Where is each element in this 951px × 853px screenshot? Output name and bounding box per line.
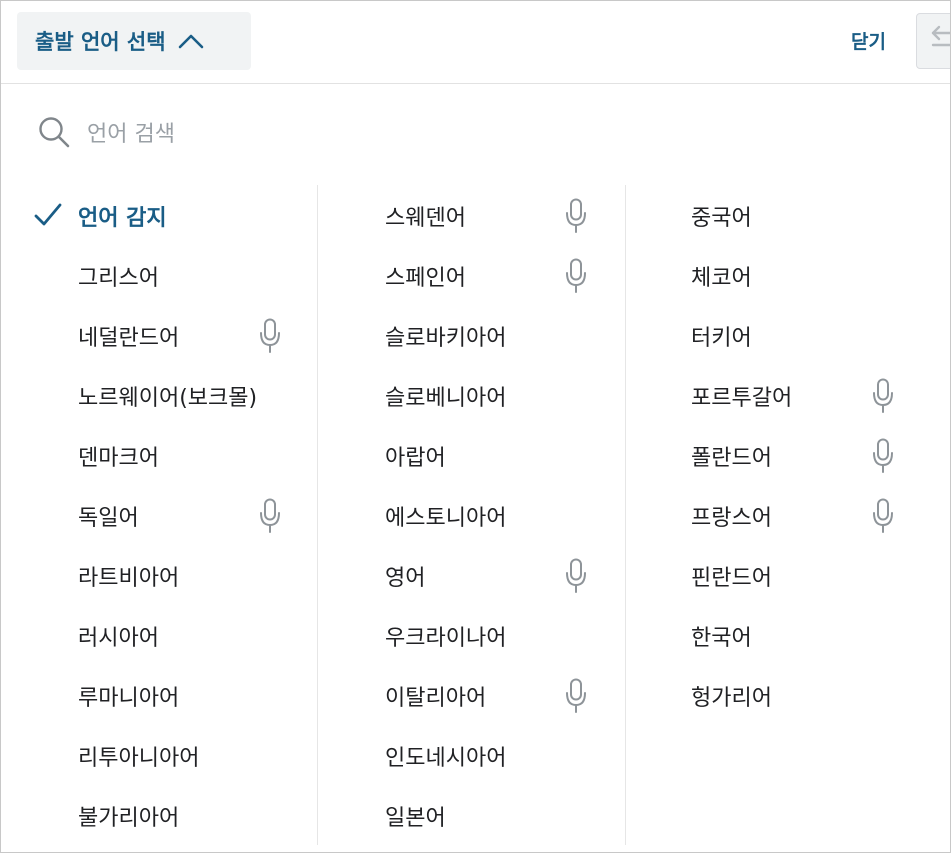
language-option[interactable]: 체코어	[691, 256, 752, 296]
language-option-label: 터키어	[691, 326, 752, 351]
language-option-label: 아랍어	[385, 446, 446, 471]
language-option-label: 핀란드어	[691, 566, 772, 591]
language-option[interactable]: 한국어	[691, 616, 752, 656]
language-option-label: 우크라이나어	[385, 626, 507, 651]
swap-arrows-icon	[929, 24, 950, 58]
language-picker-panel: 출발 언어 선택 닫기 언어 검색 언어 감지 그리스어 네덜란드어 노르웨이어…	[0, 0, 951, 853]
language-picker-header: 출발 언어 선택 닫기	[1, 1, 950, 84]
language-option[interactable]: 일본어	[385, 796, 446, 836]
language-option-label: 그리스어	[78, 266, 159, 291]
language-option[interactable]: 터키어	[691, 316, 752, 356]
language-option[interactable]: 핀란드어	[691, 556, 772, 596]
language-option[interactable]: 루마니아어	[78, 676, 179, 716]
language-option[interactable]: 이탈리아어	[385, 676, 486, 716]
language-option-label: 프랑스어	[691, 506, 772, 531]
language-option[interactable]: 스웨덴어	[385, 196, 466, 236]
language-option-label: 불가리아어	[78, 806, 180, 831]
language-option-label: 슬로베니아어	[385, 386, 507, 411]
column-divider	[317, 185, 318, 845]
microphone-icon	[871, 497, 895, 535]
microphone-icon	[564, 557, 588, 595]
language-option-label: 인도네시아어	[385, 746, 507, 771]
language-search-input[interactable]	[85, 120, 489, 148]
microphone-icon	[871, 377, 895, 415]
language-option[interactable]: 아랍어	[385, 436, 446, 476]
language-option-label: 언어 감지	[78, 206, 167, 231]
language-option[interactable]: 슬로베니아어	[385, 376, 506, 416]
language-option[interactable]: 포르투갈어	[691, 376, 792, 416]
language-option-label: 러시아어	[78, 626, 159, 651]
language-option-label: 이탈리아어	[385, 686, 487, 711]
swap-languages-button[interactable]	[916, 13, 950, 69]
language-option[interactable]: 러시아어	[78, 616, 159, 656]
microphone-icon	[258, 317, 282, 355]
language-option-label: 포르투갈어	[691, 386, 793, 411]
language-option-label: 일본어	[385, 806, 446, 831]
language-option[interactable]: 불가리아어	[78, 796, 179, 836]
language-option-label: 중국어	[691, 206, 752, 231]
column-divider	[625, 185, 626, 845]
language-option-label: 체코어	[691, 266, 752, 291]
language-option-label: 리투아니아어	[78, 746, 200, 771]
language-option[interactable]: 라트비아어	[78, 556, 179, 596]
language-option[interactable]: 노르웨이어(보크몰)	[78, 376, 257, 416]
microphone-icon	[871, 437, 895, 475]
language-option-label: 에스토니아어	[385, 506, 507, 531]
language-option[interactable]: 영어	[385, 556, 425, 596]
language-option-label: 라트비아어	[78, 566, 180, 591]
search-icon	[37, 115, 71, 153]
language-option[interactable]: 그리스어	[78, 256, 159, 296]
checkmark-icon	[33, 200, 63, 230]
language-option[interactable]: 독일어	[78, 496, 139, 536]
microphone-icon	[258, 497, 282, 535]
language-search	[37, 115, 489, 153]
language-option[interactable]: 헝가리어	[691, 676, 772, 716]
language-option-label: 네덜란드어	[78, 326, 180, 351]
language-option-label: 루마니아어	[78, 686, 180, 711]
close-button[interactable]: 닫기	[851, 27, 886, 54]
source-language-button[interactable]: 출발 언어 선택	[17, 12, 251, 70]
language-option-label: 스페인어	[385, 266, 466, 291]
language-option[interactable]: 인도네시아어	[385, 736, 506, 776]
language-option[interactable]: 덴마크어	[78, 436, 159, 476]
language-option[interactable]: 스페인어	[385, 256, 466, 296]
language-option-label: 헝가리어	[691, 686, 772, 711]
language-option[interactable]: 우크라이나어	[385, 616, 506, 656]
source-language-label: 출발 언어 선택	[35, 30, 166, 54]
language-option[interactable]: 네덜란드어	[78, 316, 179, 356]
language-option-label: 독일어	[78, 506, 139, 531]
language-option-label: 슬로바키아어	[385, 326, 507, 351]
language-option[interactable]: 에스토니아어	[385, 496, 506, 536]
language-option-label: 스웨덴어	[385, 206, 466, 231]
language-option-label: 덴마크어	[78, 446, 159, 471]
language-option[interactable]: 프랑스어	[691, 496, 772, 536]
microphone-icon	[564, 197, 588, 235]
chevron-up-icon	[178, 33, 204, 49]
language-option[interactable]: 언어 감지	[78, 196, 167, 236]
language-option[interactable]: 슬로바키아어	[385, 316, 506, 356]
language-option[interactable]: 폴란드어	[691, 436, 772, 476]
language-option-label: 영어	[385, 566, 426, 591]
language-option-label: 한국어	[691, 626, 752, 651]
microphone-icon	[564, 257, 588, 295]
language-option-label: 폴란드어	[691, 446, 772, 471]
language-option-label: 노르웨이어(보크몰)	[78, 386, 258, 411]
language-option[interactable]: 중국어	[691, 196, 752, 236]
language-option[interactable]: 리투아니아어	[78, 736, 199, 776]
microphone-icon	[564, 677, 588, 715]
